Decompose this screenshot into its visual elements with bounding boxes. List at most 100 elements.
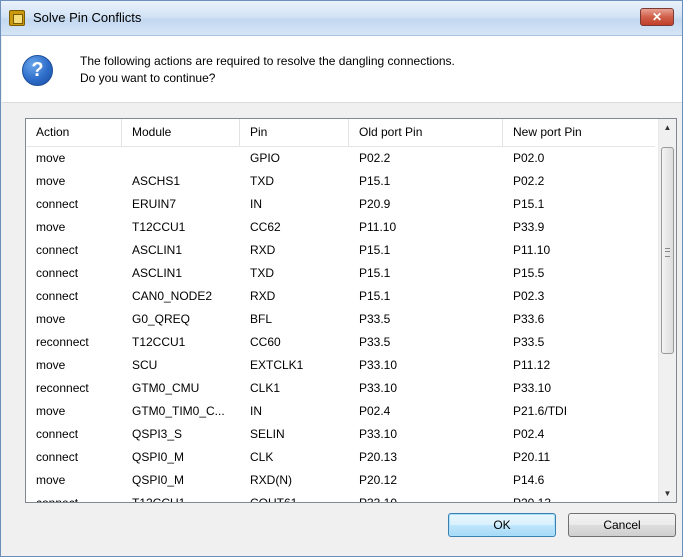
action-cell: move — [36, 404, 66, 418]
old-port-pin-cell: P20.13 — [359, 450, 398, 464]
close-button[interactable]: ✕ — [640, 8, 674, 26]
table-row[interactable]: connect CAN0_NODE2 RXD P15.1 P02.3 — [26, 285, 655, 308]
question-icon: ? — [22, 55, 53, 86]
old-port-pin-cell: P33.10 — [359, 427, 398, 441]
scroll-up-arrow-icon[interactable]: ▲ — [659, 119, 676, 136]
module-cell: ASCLIN1 — [132, 243, 183, 257]
cancel-button[interactable]: Cancel — [568, 513, 676, 537]
ok-button[interactable]: OK — [448, 513, 556, 537]
pin-cell: CC62 — [250, 220, 281, 234]
column-header-old-port-pin[interactable]: Old port Pin — [349, 119, 503, 146]
vertical-scrollbar[interactable]: ▲ ▼ — [658, 119, 676, 502]
old-port-pin-cell: P02.4 — [359, 404, 391, 418]
module-cell: QSPI3_S — [132, 427, 183, 441]
new-port-pin-cell: P02.2 — [513, 174, 545, 188]
message-line-2: Do you want to continue? — [80, 71, 216, 85]
scroll-down-arrow-icon[interactable]: ▼ — [659, 485, 676, 502]
pin-cell: GPIO — [250, 151, 281, 165]
pin-cell: IN — [250, 404, 262, 418]
table-row[interactable]: move QSPI0_M RXD(N) P20.12 P14.6 — [26, 469, 655, 492]
module-cell: CAN0_NODE2 — [132, 289, 213, 303]
module-cell: GTM0_TIM0_C... — [132, 404, 225, 418]
pin-cell: RXD — [250, 289, 276, 303]
column-header-action[interactable]: Action — [26, 119, 122, 146]
table-row[interactable]: connect ASCLIN1 TXD P15.1 P15.5 — [26, 262, 655, 285]
scrollbar-thumb[interactable] — [661, 147, 674, 354]
new-port-pin-cell: P14.6 — [513, 473, 545, 487]
old-port-pin-cell: P20.12 — [359, 473, 398, 487]
action-cell: move — [36, 473, 66, 487]
pin-cell: BFL — [250, 312, 273, 326]
pin-cell: RXD(N) — [250, 473, 292, 487]
old-port-pin-cell: P15.1 — [359, 266, 391, 280]
table-row[interactable]: move T12CCU1 CC62 P11.10 P33.9 — [26, 216, 655, 239]
title-bar[interactable]: Solve Pin Conflicts ✕ — [1, 1, 682, 36]
action-cell: reconnect — [36, 335, 89, 349]
pin-cell: SELIN — [250, 427, 285, 441]
module-cell: T12CCU1 — [132, 335, 186, 349]
new-port-pin-cell: P02.4 — [513, 427, 545, 441]
new-port-pin-cell: P33.10 — [513, 381, 552, 395]
action-cell: connect — [36, 289, 79, 303]
action-cell: connect — [36, 197, 79, 211]
table-row[interactable]: connect ERUIN7 IN P20.9 P15.1 — [26, 193, 655, 216]
message-line-1: The following actions are required to re… — [80, 54, 455, 68]
old-port-pin-cell: P02.2 — [359, 151, 391, 165]
table-row[interactable]: reconnect T12CCU1 CC60 P33.5 P33.5 — [26, 331, 655, 354]
pin-cell: EXTCLK1 — [250, 358, 304, 372]
action-cell: connect — [36, 427, 79, 441]
table-row[interactable]: move ASCHS1 TXD P15.1 P02.2 — [26, 170, 655, 193]
pin-cell: TXD — [250, 266, 274, 280]
scrollbar-grip-icon — [665, 248, 670, 257]
module-cell: T12CCU1 — [132, 220, 186, 234]
new-port-pin-cell: P20.11 — [513, 450, 551, 464]
pin-cell: IN — [250, 197, 262, 211]
table-row[interactable]: move G0_QREQ BFL P33.5 P33.6 — [26, 308, 655, 331]
table-row[interactable]: move GPIO P02.2 P02.0 — [26, 147, 655, 170]
new-port-pin-cell: P02.3 — [513, 289, 545, 303]
column-header-module[interactable]: Module — [122, 119, 240, 146]
new-port-pin-cell: P15.5 — [513, 266, 545, 280]
table-row[interactable]: connect QSPI3_S SELIN P33.10 P02.4 — [26, 423, 655, 446]
old-port-pin-cell: P33.5 — [359, 312, 391, 326]
old-port-pin-cell: P15.1 — [359, 243, 391, 257]
module-cell: SCU — [132, 358, 158, 372]
action-cell: connect — [36, 450, 79, 464]
module-cell — [122, 147, 240, 170]
action-cell: move — [36, 358, 66, 372]
new-port-pin-cell: P21.6/TDI — [513, 404, 568, 418]
action-cell: connect — [36, 496, 79, 503]
window-title: Solve Pin Conflicts — [33, 10, 142, 25]
module-cell: QSPI0_M — [132, 450, 185, 464]
old-port-pin-cell: P20.9 — [359, 197, 391, 211]
pin-cell: CC60 — [250, 335, 281, 349]
module-cell: GTM0_CMU — [132, 381, 200, 395]
table-row[interactable]: move SCU EXTCLK1 P33.10 P11.12 — [26, 354, 655, 377]
old-port-pin-cell: P15.1 — [359, 289, 391, 303]
pin-cell: CLK — [250, 450, 274, 464]
column-header-new-port-pin[interactable]: New port Pin — [503, 119, 655, 146]
old-port-pin-cell: P33.10 — [359, 496, 398, 503]
new-port-pin-cell: P15.1 — [513, 197, 545, 211]
old-port-pin-cell: P33.10 — [359, 358, 398, 372]
module-cell: QSPI0_M — [132, 473, 185, 487]
new-port-pin-cell: P11.12 — [513, 358, 551, 372]
old-port-pin-cell: P15.1 — [359, 174, 391, 188]
table-row[interactable]: connect QSPI0_M CLK P20.13 P20.11 — [26, 446, 655, 469]
table-row[interactable]: connect ASCLIN1 RXD P15.1 P11.10 — [26, 239, 655, 262]
action-cell: connect — [36, 243, 79, 257]
action-cell: move — [36, 312, 66, 326]
column-header-pin[interactable]: Pin — [240, 119, 349, 146]
actions-table: Action Module Pin Old port Pin New port … — [25, 118, 677, 503]
new-port-pin-cell: P02.0 — [513, 151, 545, 165]
table-row[interactable]: connect T12CCU1 COUT61 P33.10 P20.13 — [26, 492, 655, 503]
table-row[interactable]: move GTM0_TIM0_C... IN P02.4 P21.6/TDI — [26, 400, 655, 423]
table-row[interactable]: reconnect GTM0_CMU CLK1 P33.10 P33.10 — [26, 377, 655, 400]
pin-cell: TXD — [250, 174, 274, 188]
module-cell: G0_QREQ — [132, 312, 191, 326]
app-icon — [9, 10, 25, 26]
action-cell: connect — [36, 266, 79, 280]
dialog-window: Solve Pin Conflicts ✕ ? The following ac… — [0, 0, 683, 557]
message-panel: ? The following actions are required to … — [2, 36, 682, 103]
module-cell: T12CCU1 — [132, 496, 186, 503]
